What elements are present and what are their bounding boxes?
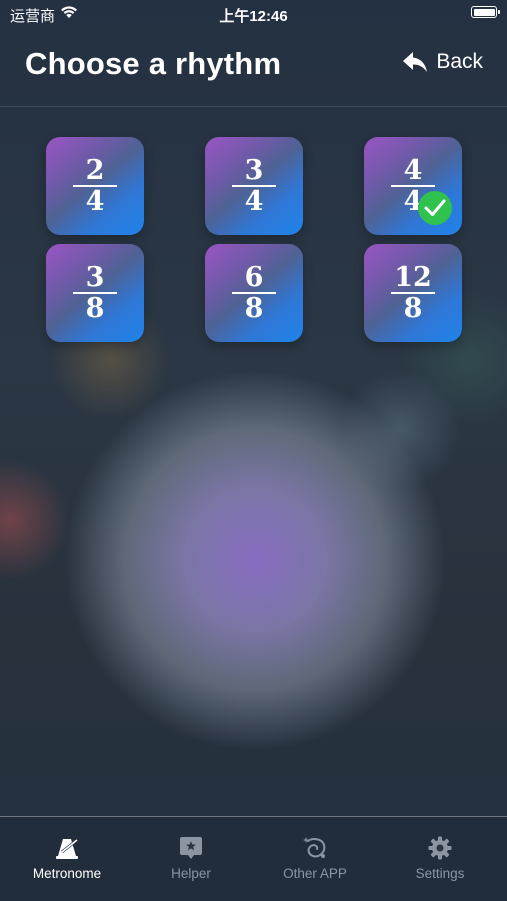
battery-icon [471, 6, 500, 18]
numerator: 4 [403, 155, 423, 186]
denominator: 8 [85, 293, 105, 324]
back-label: Back [436, 50, 483, 73]
status-bar: 运营商 上午12:46 [0, 0, 507, 28]
rhythm-6-8-button[interactable]: 6 8 [205, 244, 303, 342]
fraction-12-8: 12 8 [364, 263, 462, 323]
tab-label: Metronome [32, 866, 102, 881]
rhythm-3-8-button[interactable]: 3 8 [46, 244, 144, 342]
tab-bar: Metronome Helper Other APP Settings [0, 816, 507, 901]
header: Choose a rhythm Back [0, 28, 507, 107]
tab-helper[interactable]: Helper [128, 817, 254, 901]
denominator: 8 [244, 293, 264, 324]
rhythm-2-4-button[interactable]: 2 4 [46, 137, 144, 235]
rhythm-3-4-button[interactable]: 3 4 [205, 137, 303, 235]
fraction-2-4: 2 4 [46, 156, 144, 216]
numerator: 2 [85, 155, 105, 186]
back-arrow-icon [403, 52, 428, 72]
tab-other-app[interactable]: Other APP [252, 817, 378, 901]
denominator: 4 [85, 186, 105, 217]
helper-icon [180, 837, 202, 859]
metronome-icon [56, 838, 78, 859]
gear-icon [428, 836, 452, 860]
fraction-6-8: 6 8 [205, 263, 303, 323]
back-button[interactable]: Back [402, 50, 483, 74]
tab-label: Other APP [283, 866, 347, 881]
numerator: 12 [394, 262, 432, 293]
denominator: 8 [403, 293, 423, 324]
tab-label: Settings [415, 866, 465, 881]
numerator: 3 [85, 262, 105, 293]
numerator: 6 [244, 262, 264, 293]
fraction-3-8: 3 8 [46, 263, 144, 323]
rhythm-12-8-button[interactable]: 12 8 [364, 244, 462, 342]
blurred-background [0, 0, 507, 900]
fraction-3-4: 3 4 [205, 156, 303, 216]
tab-metronome[interactable]: Metronome [4, 817, 130, 901]
rhythm-4-4-button[interactable]: 4 4 [364, 137, 462, 235]
other-app-icon [303, 837, 326, 858]
tab-label: Helper [171, 866, 211, 881]
selected-check-icon [418, 191, 452, 225]
page-title: Choose a rhythm [25, 46, 282, 81]
tab-settings[interactable]: Settings [377, 817, 503, 901]
clock: 上午12:46 [219, 8, 288, 25]
denominator: 4 [244, 186, 264, 217]
numerator: 3 [244, 155, 264, 186]
